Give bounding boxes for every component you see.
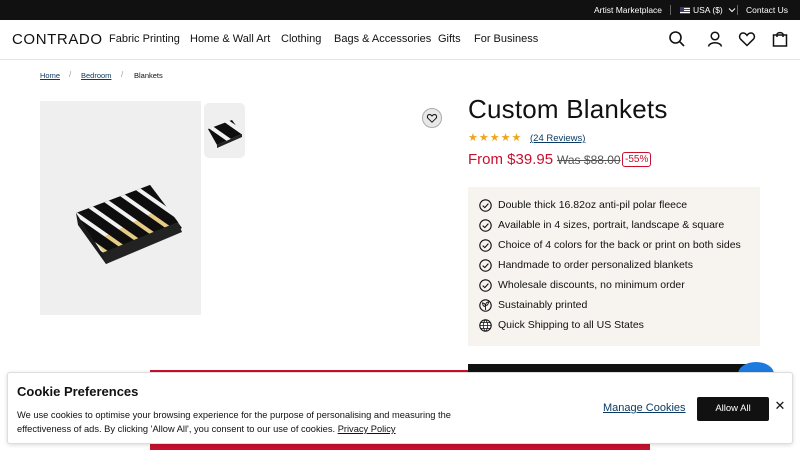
feature-text: Available in 4 sizes, portrait, landscap… xyxy=(498,219,725,231)
product-thumbnail[interactable] xyxy=(204,103,245,158)
globe-icon xyxy=(479,319,492,332)
feature-text: Sustainably printed xyxy=(498,299,588,311)
feature-text: Wholesale discounts, no minimum order xyxy=(498,279,685,291)
breadcrumb-separator: / xyxy=(121,70,124,79)
check-circle-icon xyxy=(479,239,492,252)
nav-home-wall-art[interactable]: Home & Wall Art xyxy=(190,33,270,45)
heart-icon xyxy=(426,113,438,123)
breadcrumb-home[interactable]: Home xyxy=(40,71,60,80)
check-circle-icon xyxy=(479,199,492,212)
feature-item: Available in 4 sizes, portrait, landscap… xyxy=(468,216,760,236)
nav-for-business[interactable]: For Business xyxy=(474,33,538,45)
heart-icon[interactable] xyxy=(738,30,756,48)
main-header: CONTRADO Fabric Printing Home & Wall Art… xyxy=(0,20,800,60)
privacy-policy-link[interactable]: Privacy Policy xyxy=(338,424,396,434)
breadcrumb-separator: / xyxy=(69,70,72,79)
add-to-wishlist-button[interactable] xyxy=(422,108,442,128)
feature-text: Choice of 4 colors for the back or print… xyxy=(498,239,741,251)
divider xyxy=(670,5,671,15)
discount-badge: -55% xyxy=(622,152,652,167)
cookie-title: Cookie Preferences xyxy=(17,384,139,399)
search-icon[interactable] xyxy=(668,30,686,48)
feature-item: Choice of 4 colors for the back or print… xyxy=(468,236,760,256)
account-icon[interactable] xyxy=(706,30,724,48)
logo[interactable]: CONTRADO xyxy=(12,31,103,48)
original-price: Was $88.00 xyxy=(557,153,621,167)
star-rating: ★★★★★ xyxy=(468,132,523,144)
feature-item: Wholesale discounts, no minimum order xyxy=(468,276,760,296)
feature-item: Double thick 16.82oz anti-pil polar flee… xyxy=(468,196,760,216)
check-circle-icon xyxy=(479,259,492,272)
product-main-image[interactable] xyxy=(40,101,201,315)
close-icon[interactable]: ✕ xyxy=(774,399,786,412)
top-utility-bar: Artist Marketplace USA ($) Contact Us xyxy=(0,0,800,20)
feature-item: Quick Shipping to all US States xyxy=(468,316,760,336)
cookie-banner: Cookie Preferences We use cookies to opt… xyxy=(7,372,793,444)
folded-blanket-image xyxy=(76,185,182,264)
nav-clothing[interactable]: Clothing xyxy=(281,33,321,45)
feature-item: Sustainably printed xyxy=(468,296,760,316)
divider xyxy=(737,5,738,15)
breadcrumb-bedroom[interactable]: Bedroom xyxy=(81,71,111,80)
product-title: Custom Blankets xyxy=(468,94,668,124)
chevron-down-icon xyxy=(728,8,736,13)
feature-text: Quick Shipping to all US States xyxy=(498,319,644,331)
contact-us-link[interactable]: Contact Us xyxy=(746,0,788,20)
manage-cookies-link[interactable]: Manage Cookies xyxy=(603,402,686,414)
nav-gifts[interactable]: Gifts xyxy=(438,33,461,45)
current-price: From $39.95 xyxy=(468,151,554,168)
feature-text: Handmade to order personalized blankets xyxy=(498,259,693,271)
check-circle-icon xyxy=(479,219,492,232)
feature-item: Handmade to order personalized blankets xyxy=(468,256,760,276)
feature-list: Double thick 16.82oz anti-pil polar flee… xyxy=(468,187,760,346)
bag-icon[interactable] xyxy=(771,30,789,48)
feature-text: Double thick 16.82oz anti-pil polar flee… xyxy=(498,199,688,211)
check-circle-icon xyxy=(479,279,492,292)
cookie-description: We use cookies to optimise your browsing… xyxy=(17,408,477,436)
currency-label: USA ($) xyxy=(693,5,723,15)
artist-marketplace-link[interactable]: Artist Marketplace xyxy=(594,0,662,20)
currency-selector[interactable]: USA ($) xyxy=(680,0,736,20)
leaf-icon xyxy=(479,299,492,312)
us-flag-icon xyxy=(680,7,690,14)
reviews-link[interactable]: (24 Reviews) xyxy=(530,133,585,144)
thumbnail-image xyxy=(208,120,242,148)
nav-bags-accessories[interactable]: Bags & Accessories xyxy=(334,33,431,45)
allow-all-button[interactable]: Allow All xyxy=(697,397,769,421)
breadcrumb-current: Blankets xyxy=(134,71,163,80)
nav-fabric-printing[interactable]: Fabric Printing xyxy=(109,33,180,45)
